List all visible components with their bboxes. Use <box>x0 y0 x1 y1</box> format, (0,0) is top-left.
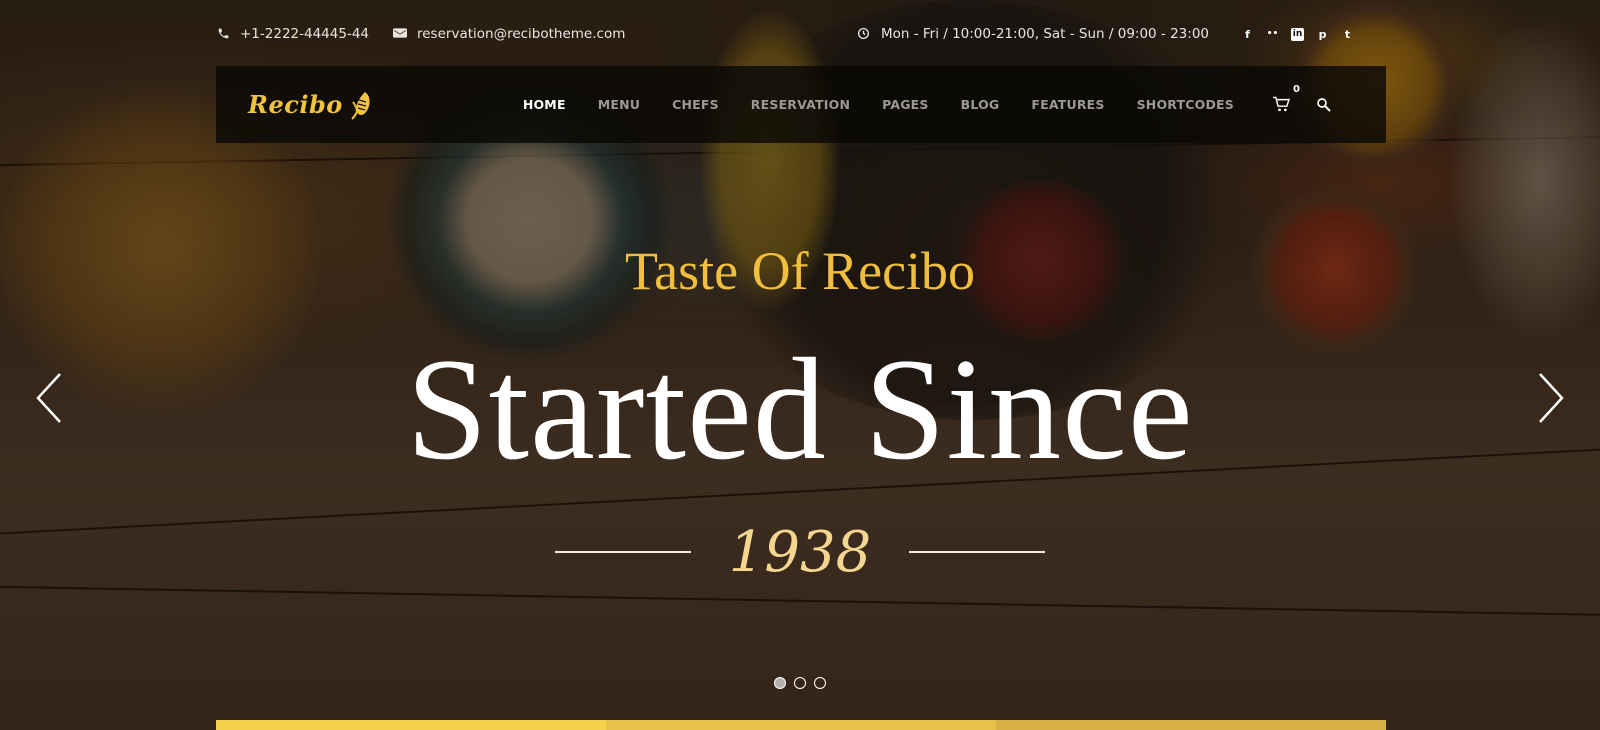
search-icon[interactable] <box>1316 97 1332 113</box>
nav-menu: HOME MENU CHEFS RESERVATION PAGES BLOG F… <box>507 84 1360 114</box>
linkedin-icon[interactable]: in <box>1291 27 1304 41</box>
site-logo[interactable]: Recibo <box>248 90 373 120</box>
main-navigation: Recibo HOME MENU CHEFS RESERVATION PAGES… <box>216 66 1386 143</box>
hours-text: Mon - Fri / 10:00-21:00, Sat - Sun / 09:… <box>880 26 1209 42</box>
slider-pagination <box>0 677 1600 689</box>
phone-number: +1-2222-44445-44 <box>240 26 369 42</box>
slider-next-arrow[interactable] <box>1530 370 1570 426</box>
opening-hours: Mon - Fri / 10:00-21:00, Sat - Sun / 09:… <box>857 26 1209 42</box>
nav-item-chefs[interactable]: CHEFS <box>672 97 719 112</box>
hero-year: 1938 <box>728 519 872 585</box>
nav-item-home[interactable]: HOME <box>523 97 566 112</box>
hero-subtitle: Taste Of Recibo <box>624 241 976 301</box>
top-info-bar: +1-2222-44445-44 reservation@recibotheme… <box>216 22 1354 46</box>
feature-block-3[interactable] <box>996 720 1386 730</box>
nav-item-pages[interactable]: PAGES <box>882 97 929 112</box>
slider-dot-2[interactable] <box>794 677 806 689</box>
contact-phone[interactable]: +1-2222-44445-44 <box>216 26 369 42</box>
envelope-icon <box>393 27 407 41</box>
page: +1-2222-44445-44 reservation@recibotheme… <box>0 0 1600 730</box>
logo-text: Recibo <box>248 90 343 119</box>
bottom-feature-strip <box>216 720 1386 730</box>
phone-icon <box>216 27 230 41</box>
divider-right <box>909 551 1046 553</box>
facebook-icon[interactable]: f <box>1241 28 1254 41</box>
divider-left <box>554 551 691 553</box>
email-address: reservation@recibotheme.com <box>417 26 626 42</box>
hero-year-row: 1938 <box>0 512 1600 592</box>
social-links: f •• in p t <box>1229 27 1354 41</box>
slider-dot-1[interactable] <box>774 677 786 689</box>
cart-icon <box>1273 96 1291 111</box>
hero-title: Started Since <box>406 328 1194 490</box>
feature-block-1[interactable] <box>216 720 606 730</box>
slider-prev-arrow[interactable] <box>30 370 70 426</box>
nav-item-features[interactable]: FEATURES <box>1031 97 1104 112</box>
nav-item-menu[interactable]: MENU <box>598 97 640 112</box>
corn-logo-icon <box>351 91 370 120</box>
cart-button[interactable]: 0 <box>1272 84 1300 114</box>
feature-block-2[interactable] <box>606 720 996 730</box>
nav-item-shortcodes[interactable]: SHORTCODES <box>1137 97 1234 112</box>
twitter-icon[interactable]: t <box>1341 28 1354 41</box>
nav-item-blog[interactable]: BLOG <box>961 97 1000 112</box>
pinterest-icon[interactable]: p <box>1316 28 1329 41</box>
flickr-icon[interactable]: •• <box>1266 28 1279 41</box>
clock-icon <box>857 27 871 41</box>
slider-dot-3[interactable] <box>814 677 826 689</box>
contact-email[interactable]: reservation@recibotheme.com <box>393 26 625 42</box>
cart-count-badge: 0 <box>1293 83 1300 95</box>
nav-item-reservation[interactable]: RESERVATION <box>751 97 850 112</box>
